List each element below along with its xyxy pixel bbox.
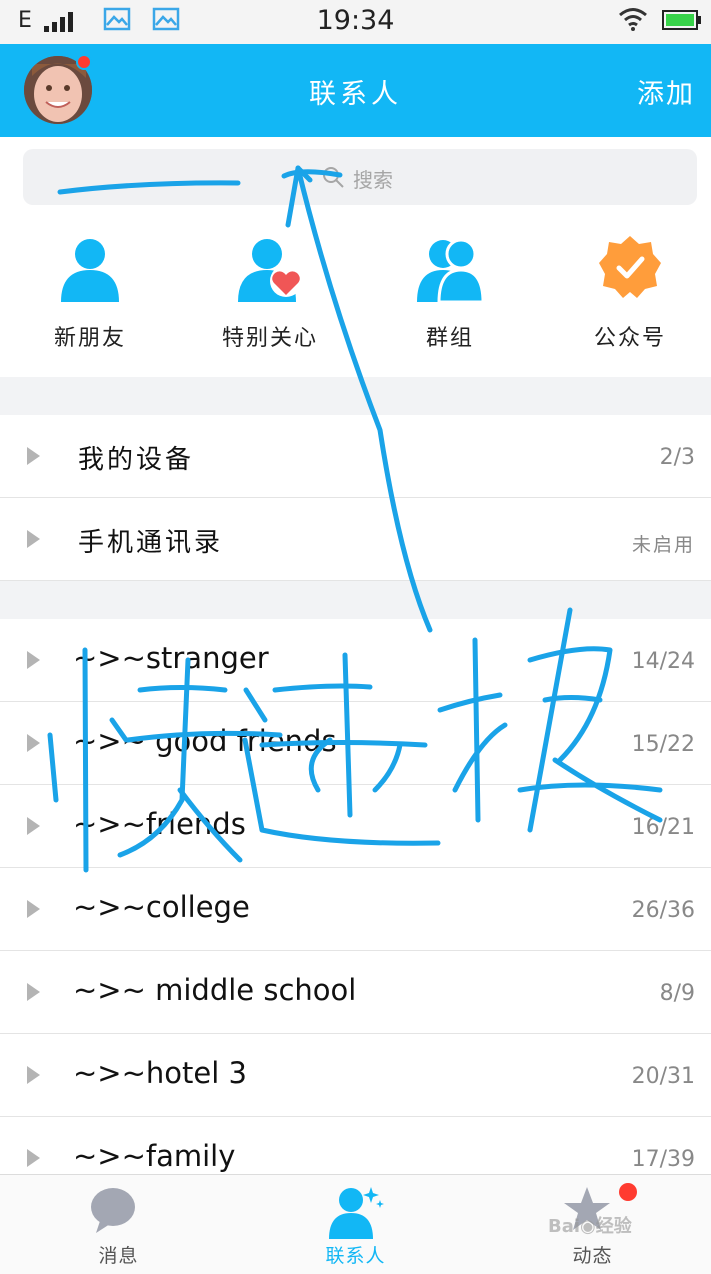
special-care-icon [238,239,302,302]
group-name: 手机通讯录 [78,528,224,558]
expand-arrow-icon [27,817,40,835]
group-count: 8/9 [659,981,695,1006]
group-icon [417,238,485,302]
tab-contacts[interactable]: 联系人 [237,1175,474,1274]
expand-arrow-icon [27,1066,40,1084]
wifi-icon [619,8,647,31]
official-account-entry[interactable]: 公众号 [555,232,705,362]
group-row[interactable]: ~>~friends 16/21 [0,785,711,868]
group-count: 14/24 [631,649,695,674]
expand-arrow-icon [27,734,40,752]
group-row[interactable]: ~>~ good friends 15/22 [0,702,711,785]
group-row-phone-contacts[interactable]: 手机通讯录 未启用 [0,498,711,581]
expand-arrow-icon [27,900,40,918]
group-row[interactable]: ~>~college 26/36 [0,868,711,951]
group-name: ~>~college [73,890,250,924]
clock: 19:34 [316,5,395,36]
group-count: 15/22 [631,732,695,757]
message-icon [91,1188,135,1233]
expand-arrow-icon [27,530,40,548]
section-divider [0,581,711,619]
expand-arrow-icon [27,651,40,669]
search-icon [323,167,344,188]
tab-label: 动态 [572,1245,613,1267]
search-input[interactable]: 搜索 [23,149,697,205]
group-entry[interactable]: 群组 [375,232,525,362]
group-name: ~>~ middle school [73,973,357,1007]
top-bar: 联系人 添加 [0,44,711,137]
page-title: 联系人 [309,79,402,110]
group-count: 17/39 [631,1147,695,1172]
group-name: ~>~stranger [73,641,269,675]
notification-dot [76,54,92,70]
tab-label: 联系人 [325,1245,386,1267]
group-row[interactable]: ~>~ middle school 8/9 [0,951,711,1034]
group-row-devices[interactable]: 我的设备 2/3 [0,415,711,498]
group-count: 16/21 [631,815,695,840]
tab-label: 消息 [98,1245,139,1267]
group-row[interactable]: ~>~stranger 14/24 [0,619,711,702]
quick-entry-label: 特别关心 [221,326,318,351]
quick-entry-label: 新朋友 [53,326,126,351]
group-count: 20/31 [631,1064,695,1089]
battery-icon [662,10,701,30]
group-count: 2/3 [659,445,695,470]
tab-messages[interactable]: 消息 [0,1175,237,1274]
baidu-watermark-logo: Bai◉经验 [548,1216,632,1237]
special-care-entry[interactable]: 特别关心 [195,232,345,362]
group-name: ~>~hotel 3 [73,1056,247,1090]
official-account-icon [599,236,661,298]
quick-entry-label: 公众号 [593,326,666,351]
moments-badge [619,1183,637,1201]
expand-arrow-icon [27,447,40,465]
quick-entry-label: 群组 [425,326,474,351]
add-button[interactable]: 添加 [637,72,695,111]
search-placeholder: 搜索 [353,168,393,192]
group-name: ~>~ good friends [73,724,337,758]
status-bar: E 19:34 [0,0,711,44]
section-divider [0,377,711,415]
group-name: ~>~family [73,1139,236,1173]
new-friend-icon [61,239,119,302]
group-name: 我的设备 [78,445,195,475]
group-row[interactable]: ~>~hotel 3 20/31 [0,1034,711,1117]
expand-arrow-icon [27,983,40,1001]
contacts-icon [329,1187,384,1239]
new-friend-entry[interactable]: 新朋友 [15,232,165,362]
group-count: 未启用 [631,534,695,556]
expand-arrow-icon [27,1149,40,1167]
group-name: ~>~friends [73,807,246,841]
group-count: 26/36 [631,898,695,923]
